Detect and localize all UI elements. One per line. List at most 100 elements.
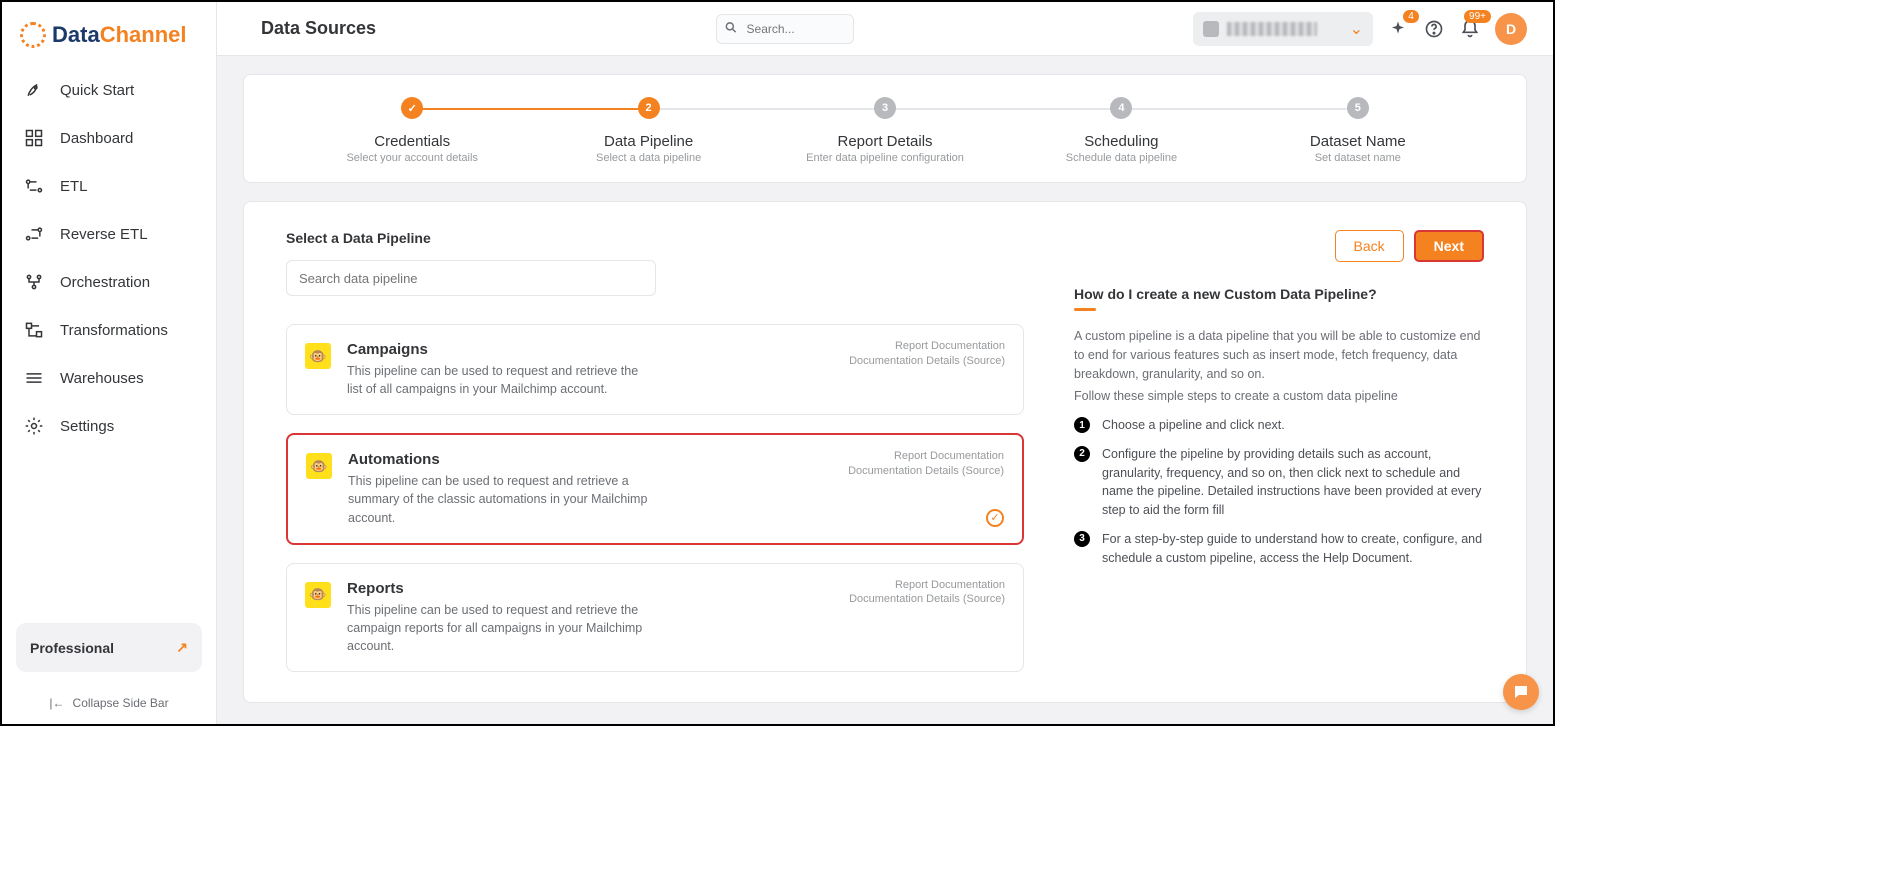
sidebar-item-settings[interactable]: Settings [2,402,216,450]
step-title: Report Details [837,133,932,150]
step-dot: 3 [874,97,896,119]
gear-icon [24,416,44,436]
help-step: 3For a step-by-step guide to understand … [1074,530,1484,568]
reverse-etl-icon [24,224,44,244]
step-dot: 5 [1347,97,1369,119]
next-button[interactable]: Next [1414,230,1484,262]
sparkle-badge: 4 [1403,10,1419,23]
step-title: Scheduling [1084,133,1158,150]
section-title: Select a Data Pipeline [286,230,1024,246]
notifications-button[interactable]: 99+ [1459,18,1481,40]
report-documentation-link[interactable]: Report Documentation [848,449,1004,464]
global-search [716,14,854,44]
topbar: Data Sources ⌄ 4 [217,2,1553,56]
brand-mark-icon [20,22,46,48]
help-title: How do I create a new Custom Data Pipeli… [1074,286,1484,302]
nav-label: Orchestration [60,274,150,291]
sidebar-item-transformations[interactable]: Transformations [2,306,216,354]
help-panel: Back Next How do I create a new Custom D… [1074,230,1484,674]
step-dot: 2 [638,97,660,119]
sidebar-item-reverse-etl[interactable]: Reverse ETL [2,210,216,258]
brand-logo: DataChannel [2,2,216,60]
rocket-icon [24,80,44,100]
step-connector [412,108,648,110]
selected-check-icon: ✓ [986,509,1004,527]
brand-text: DataChannel [52,22,186,48]
mailchimp-icon: 🐵 [305,582,331,608]
step-connector [885,108,1121,110]
external-link-icon: ↗ [176,639,188,656]
step-credentials[interactable]: ✓ Credentials Select your account detail… [294,97,530,164]
pipeline-search-input[interactable] [286,260,656,296]
report-documentation-link[interactable]: Report Documentation [849,339,1005,354]
sidebar-nav: Quick Start Dashboard ETL Reverse ETL Or… [2,60,216,623]
sidebar: DataChannel Quick Start Dashboard ETL Re… [2,2,217,724]
nav-label: Dashboard [60,130,133,147]
chevron-down-icon: ⌄ [1350,19,1363,39]
step-subtitle: Select your account details [346,152,477,164]
pipeline-doc-links: Report Documentation Documentation Detai… [849,578,1005,608]
pipeline-card-reports[interactable]: 🐵 Reports This pipeline can be used to r… [286,563,1024,672]
collapse-icon: |← [49,696,64,710]
pipeline-desc: This pipeline can be used to request and… [348,472,653,526]
sidebar-item-warehouses[interactable]: Warehouses [2,354,216,402]
sidebar-item-etl[interactable]: ETL [2,162,216,210]
brand-word-1: Data [52,22,100,47]
mailchimp-icon: 🐵 [306,453,332,479]
search-icon [724,20,738,37]
step-subtitle: Schedule data pipeline [1066,152,1177,164]
help-step-text: For a step-by-step guide to understand h… [1102,530,1484,568]
workspace-switcher[interactable]: ⌄ [1193,12,1373,46]
pipeline-list: 🐵 Campaigns This pipeline can be used to… [286,324,1024,674]
main: ✓ Credentials Select your account detail… [217,56,1553,724]
avatar[interactable]: D [1495,13,1527,45]
pipeline-desc: This pipeline can be used to request and… [347,362,652,398]
sidebar-item-orchestration[interactable]: Orchestration [2,258,216,306]
nav-label: Quick Start [60,82,134,99]
nav-label: ETL [60,178,88,195]
plan-card[interactable]: Professional ↗ [16,623,202,672]
transformations-icon [24,320,44,340]
pipeline-selector: Select a Data Pipeline 🐵 Campaigns This … [286,230,1024,674]
help-paragraph: A custom pipeline is a data pipeline tha… [1074,327,1484,383]
orchestration-icon [24,272,44,292]
help-button[interactable] [1423,18,1445,40]
nav-label: Transformations [60,322,168,339]
documentation-details-link[interactable]: Documentation Details (Source) [849,354,1005,369]
help-step: 1Choose a pipeline and click next. [1074,416,1484,435]
sidebar-item-dashboard[interactable]: Dashboard [2,114,216,162]
wizard-stepper: ✓ Credentials Select your account detail… [243,74,1527,183]
pipeline-card-campaigns[interactable]: 🐵 Campaigns This pipeline can be used to… [286,324,1024,415]
report-documentation-link[interactable]: Report Documentation [849,578,1005,593]
help-step-number: 1 [1074,417,1090,433]
help-step-text: Configure the pipeline by providing deta… [1102,445,1484,520]
wizard-nav-buttons: Back Next [1074,230,1484,262]
step-subtitle: Select a data pipeline [596,152,701,164]
nav-label: Settings [60,418,114,435]
mailchimp-icon: 🐵 [305,343,331,369]
pipeline-card-automations[interactable]: 🐵 Automations This pipeline can be used … [286,433,1024,544]
content-card: Select a Data Pipeline 🐵 Campaigns This … [243,201,1527,703]
brand-word-2: Channel [100,22,187,47]
step-connector [1121,108,1357,110]
step-title: Credentials [374,133,450,150]
nav-label: Reverse ETL [60,226,148,243]
documentation-details-link[interactable]: Documentation Details (Source) [849,592,1005,607]
step-title: Dataset Name [1310,133,1406,150]
sparkle-button[interactable]: 4 [1387,18,1409,40]
collapse-sidebar-button[interactable]: |← Collapse Side Bar [2,684,216,724]
sidebar-item-quick-start[interactable]: Quick Start [2,66,216,114]
accent-rule [1074,308,1096,311]
workspace-icon [1203,21,1219,37]
grid-icon [24,128,44,148]
back-button[interactable]: Back [1335,230,1404,262]
documentation-details-link[interactable]: Documentation Details (Source) [848,464,1004,479]
notifications-badge: 99+ [1464,10,1491,23]
chat-bubble-button[interactable] [1503,674,1539,710]
step-title: Data Pipeline [604,133,693,150]
help-steps: 1Choose a pipeline and click next. 2Conf… [1074,416,1484,567]
pipeline-desc: This pipeline can be used to request and… [347,601,652,655]
step-subtitle: Enter data pipeline configuration [806,152,964,164]
nav-label: Warehouses [60,370,144,387]
step-subtitle: Set dataset name [1315,152,1401,164]
